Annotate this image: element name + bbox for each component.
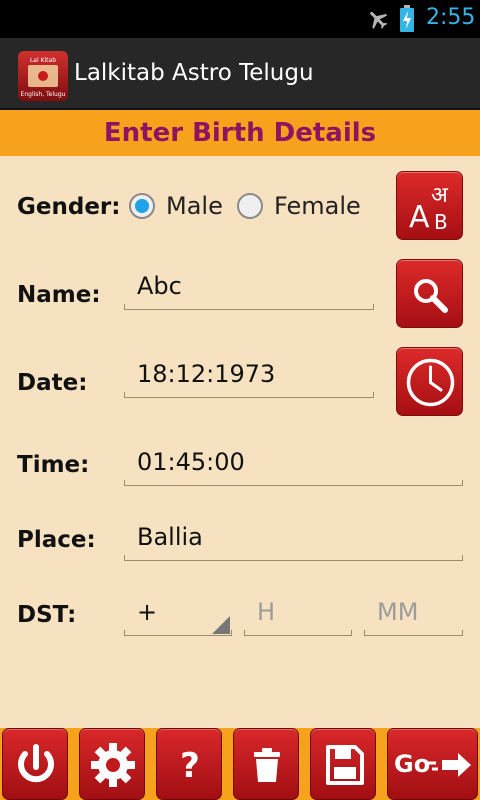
settings-button[interactable] xyxy=(79,728,145,800)
battery-charging-icon xyxy=(400,5,414,32)
page-title: Enter Birth Details xyxy=(103,118,377,148)
trash-icon xyxy=(254,748,280,782)
logo-text-bottom: English, Telugu xyxy=(20,91,66,98)
save-button[interactable] xyxy=(310,728,376,800)
gender-female-label[interactable]: Female xyxy=(274,192,361,220)
language-toggle-icon: अ A B xyxy=(409,183,449,235)
save-icon xyxy=(326,745,364,785)
app-title: Lalkitab Astro Telugu xyxy=(74,60,314,86)
language-toggle-button[interactable]: अ A B xyxy=(396,171,463,240)
time-input[interactable]: 01:45:00 xyxy=(124,446,463,486)
date-input-value: 18:12:1973 xyxy=(137,360,276,388)
gender-label: Gender: xyxy=(17,194,121,220)
date-input[interactable]: 18:12:1973 xyxy=(124,358,374,398)
airplane-mode-icon xyxy=(370,11,388,29)
gender-male-label[interactable]: Male xyxy=(166,192,223,220)
name-input[interactable]: Abc xyxy=(124,270,374,310)
help-button[interactable]: ? xyxy=(156,728,222,800)
help-icon: ? xyxy=(180,746,200,786)
language-glyph-a: A xyxy=(409,200,430,235)
dst-hour-placeholder: H xyxy=(257,598,276,626)
gender-male-radio[interactable] xyxy=(129,193,155,219)
language-glyph-hindi: अ xyxy=(431,183,449,208)
power-icon xyxy=(18,744,54,783)
arrow-right-icon xyxy=(428,753,471,777)
place-input-value: Ballia xyxy=(137,523,203,551)
help-icon-glyph: ? xyxy=(180,746,200,786)
clock-button[interactable] xyxy=(396,347,463,416)
dst-minute-placeholder: MM xyxy=(377,598,419,626)
bottom-toolbar: ? Go xyxy=(0,728,480,800)
place-label: Place: xyxy=(17,527,96,553)
place-input[interactable]: Ballia xyxy=(124,521,463,561)
status-clock: 2:55 xyxy=(426,5,476,30)
birth-details-form: Gender: Male Female Name: Abc Date: 18:1… xyxy=(0,156,480,728)
dst-sign-value: + xyxy=(137,598,158,626)
name-input-value: Abc xyxy=(137,272,182,300)
name-label: Name: xyxy=(17,282,101,308)
dropdown-arrow-icon xyxy=(212,616,230,634)
dst-hour-input[interactable]: H xyxy=(244,596,352,636)
clock-icon xyxy=(406,358,455,407)
delete-button[interactable] xyxy=(233,728,299,800)
gear-icon xyxy=(91,743,135,787)
app-logo[interactable]: Lal Kitab English, Telugu xyxy=(18,51,68,101)
time-input-value: 01:45:00 xyxy=(137,448,245,476)
page-header-banner: Enter Birth Details xyxy=(0,110,480,156)
power-button[interactable] xyxy=(2,728,68,800)
language-glyph-b: B xyxy=(434,210,448,234)
dst-sign-dropdown[interactable]: + xyxy=(124,596,232,636)
status-bar: 2:55 xyxy=(0,0,480,38)
action-bar: Lal Kitab English, Telugu Lalkitab Astro… xyxy=(0,38,480,110)
dst-minute-input[interactable]: MM xyxy=(364,596,463,636)
search-icon xyxy=(414,279,448,313)
time-label: Time: xyxy=(17,452,90,478)
search-button[interactable] xyxy=(396,259,463,328)
gender-female-radio[interactable] xyxy=(237,193,263,219)
date-label: Date: xyxy=(17,370,88,396)
go-button[interactable]: Go xyxy=(387,728,478,800)
dst-label: DST: xyxy=(17,602,77,628)
